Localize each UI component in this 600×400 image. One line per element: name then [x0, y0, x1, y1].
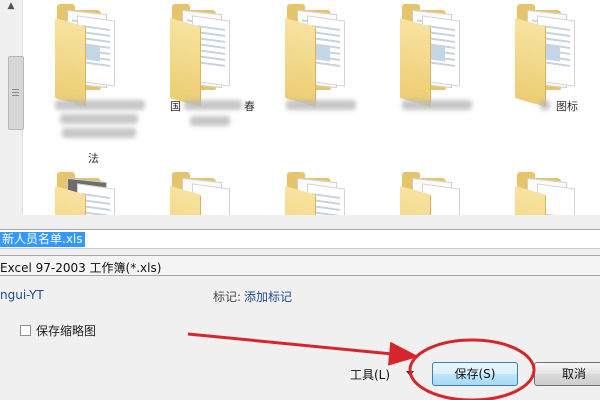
folder-icon[interactable] — [400, 4, 464, 107]
save-button[interactable]: 保存(S) — [432, 362, 518, 386]
add-tags-link[interactable]: 添加标记 — [244, 288, 292, 305]
folder-icon[interactable] — [285, 172, 349, 215]
folder-icon[interactable] — [55, 172, 119, 215]
vertical-scrollbar[interactable]: ▲ — [0, 0, 24, 215]
filetype-select[interactable]: Excel 97-2003 工作簿(*.xls) — [0, 255, 600, 276]
cancel-button[interactable]: 取消 — [534, 362, 600, 386]
filename-input[interactable]: 新人员名单.xls — [0, 229, 600, 249]
folder-label: 图标 — [556, 100, 578, 113]
scrollbar-thumb[interactable] — [8, 56, 24, 130]
folder-icon[interactable] — [55, 4, 119, 107]
author-value[interactable]: ngui-YT — [0, 288, 44, 302]
folder-icon[interactable] — [515, 172, 579, 215]
blurred-folder-name — [286, 100, 356, 110]
save-thumbnail-label: 保存缩略图 — [36, 324, 97, 338]
chevron-down-icon[interactable] — [406, 371, 414, 376]
blurred-folder-name — [55, 100, 145, 110]
folder-icon[interactable] — [170, 172, 234, 215]
folder-label: 春 — [244, 100, 255, 113]
folder-label: 法 — [88, 152, 99, 165]
folder-icon[interactable] — [400, 172, 464, 215]
folder-label: 国 — [170, 100, 181, 113]
save-thumbnail-checkbox[interactable] — [20, 325, 31, 336]
filetype-value: Excel 97-2003 工作簿(*.xls) — [0, 261, 162, 275]
folder-icon[interactable] — [170, 4, 234, 107]
tags-label: 标记: — [213, 290, 242, 304]
folder-icon[interactable] — [515, 4, 579, 107]
file-list-pane: ▲ 法 国 春 图标 — [0, 0, 600, 215]
folder-icon[interactable] — [285, 4, 349, 107]
scroll-up-arrow-icon[interactable]: ▲ — [4, 0, 18, 12]
dialog-options-panel: ngui-YT 标记: 添加标记 保存缩略图 工具(L) 保存(S) 取消 — [0, 276, 600, 400]
blurred-folder-name — [402, 100, 472, 110]
tools-menu-button[interactable]: 工具(L) — [350, 366, 390, 383]
filename-value: 新人员名单.xls — [0, 232, 85, 247]
